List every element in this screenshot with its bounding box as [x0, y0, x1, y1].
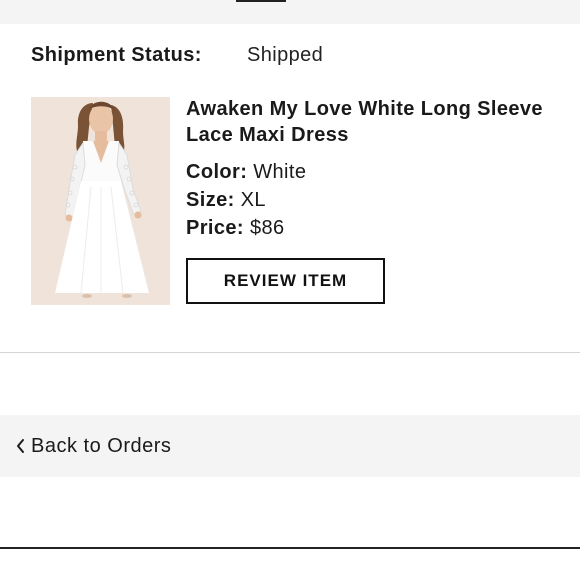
product-size: Size: XL	[186, 186, 556, 214]
active-tab-indicator	[236, 0, 286, 2]
price-label: Price:	[186, 217, 244, 239]
product-color: Color: White	[186, 158, 556, 186]
product-price: Price: $86	[186, 214, 556, 242]
product-title[interactable]: Awaken My Love White Long Sleeve Lace Ma…	[186, 96, 556, 148]
shipment-status-row: Shipment Status: Shipped	[31, 44, 323, 67]
product-attributes: Color: White Size: XL Price: $86	[186, 158, 556, 242]
color-label: Color:	[186, 161, 248, 183]
dress-photo-icon	[31, 97, 170, 305]
order-detail-page: Shipment Status: Shipped Awaken My Love …	[0, 0, 580, 580]
size-label: Size:	[186, 189, 235, 211]
size-value: XL	[240, 189, 266, 211]
product-image[interactable]	[31, 97, 170, 305]
top-tab-strip	[0, 0, 580, 24]
back-to-orders-label: Back to Orders	[31, 434, 172, 457]
shipment-status-label: Shipment Status:	[31, 44, 202, 66]
bottom-divider	[0, 547, 580, 549]
section-divider	[0, 352, 580, 353]
product-info: Awaken My Love White Long Sleeve Lace Ma…	[186, 96, 556, 242]
back-to-orders-link[interactable]: Back to Orders	[0, 415, 580, 477]
shipment-status-value: Shipped	[247, 44, 324, 66]
price-value: $86	[249, 217, 285, 239]
review-item-button[interactable]: REVIEW ITEM	[186, 258, 385, 304]
chevron-left-icon	[17, 439, 24, 453]
color-value: White	[253, 161, 307, 183]
